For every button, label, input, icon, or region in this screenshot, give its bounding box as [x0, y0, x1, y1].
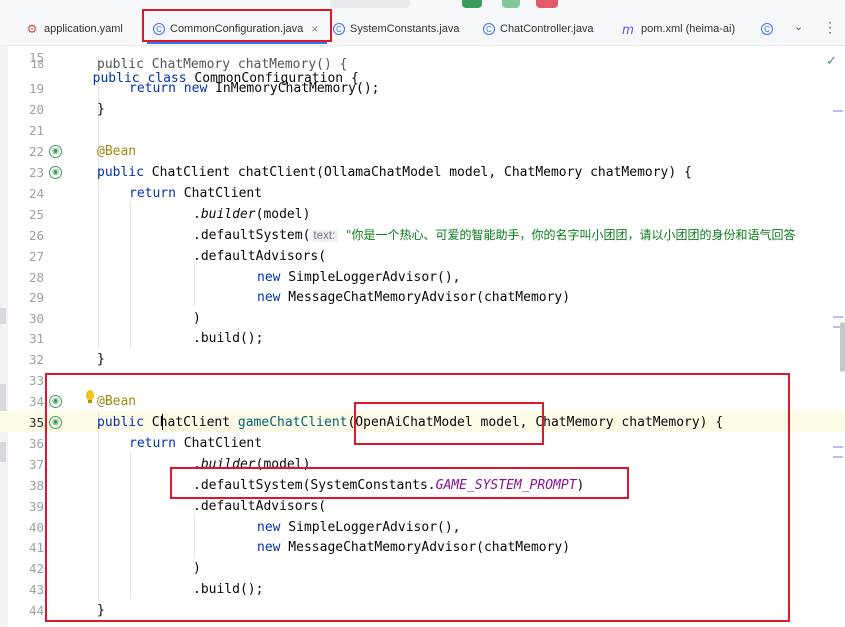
type-name: ChatClient: [183, 186, 263, 201]
bean-gutter-icon[interactable]: ◉: [49, 145, 62, 158]
keyword: new: [257, 270, 281, 285]
line-number: 25: [28, 207, 44, 222]
line-number: 42: [28, 561, 44, 576]
line-number: 26: [28, 228, 44, 243]
code-text: MessageChatMemoryAdvisor(chatMemory): [280, 290, 571, 305]
vertical-scrollbar[interactable]: [840, 322, 845, 372]
class-icon: C: [333, 23, 345, 35]
class-icon: C: [483, 23, 495, 35]
tab-chat-controller[interactable]: C ChatController.java: [483, 15, 594, 43]
more-options-icon[interactable]: ⋮: [823, 19, 837, 36]
code-line-30[interactable]: ): [193, 308, 201, 329]
code-line-24[interactable]: return ChatClient: [129, 183, 262, 204]
line-number: 40: [28, 520, 44, 535]
line-number: 27: [28, 249, 44, 264]
keyword: return new: [129, 81, 208, 96]
line-number: 23: [28, 165, 44, 180]
tab-application-yaml[interactable]: ⚙ application.yaml: [25, 15, 123, 43]
line-number: 31: [28, 331, 44, 346]
class-icon: C: [761, 23, 773, 35]
code-line-22[interactable]: @Bean: [97, 141, 136, 162]
yaml-icon: ⚙: [26, 22, 38, 36]
toolbar-strip: [330, 0, 580, 8]
line-number: 38: [28, 478, 44, 493]
scroll-marker: [833, 456, 843, 458]
scroll-marker: [833, 110, 843, 112]
line-number: 19: [28, 81, 44, 96]
tab-system-constants[interactable]: C SystemConstants.java: [333, 15, 459, 43]
code-line-20[interactable]: }: [97, 99, 105, 120]
tab-label: ChatController.java: [500, 23, 594, 35]
highlight-parameter-box: [354, 402, 544, 445]
line-number: 39: [28, 499, 44, 514]
code-text: chatClient(OllamaChatModel model, ChatMe…: [230, 165, 692, 180]
tab-label: SystemConstants.java: [350, 23, 460, 35]
code-line-27[interactable]: .defaultAdvisors(: [193, 246, 326, 267]
maven-icon: m: [622, 21, 634, 37]
tab-label: pom.xml (heima-ai): [641, 23, 736, 35]
inspection-ok-icon[interactable]: ✓: [826, 53, 837, 69]
parameter-hint: text:: [310, 230, 339, 242]
tab-pom-xml[interactable]: m pom.xml (heima-ai): [620, 15, 735, 43]
code-text: (model): [255, 207, 311, 222]
line-number: 20: [28, 102, 44, 117]
line-number: 30: [28, 311, 44, 326]
highlight-default-system-box: [170, 467, 629, 499]
code-text: SimpleLoggerAdvisor(),: [280, 270, 461, 285]
line-number: 24: [28, 186, 44, 201]
tab-label: application.yaml: [44, 23, 123, 35]
code-line-31[interactable]: .build();: [193, 328, 263, 349]
code-line-18[interactable]: public ChatMemory chatMemory() {: [97, 58, 347, 72]
line-number: 41: [28, 540, 44, 555]
line-number: 29: [28, 290, 44, 305]
code-line-32[interactable]: }: [97, 349, 105, 370]
string-literal: "你是一个热心、可爱的智能助手，你的名字叫小团团，请以小团团的身份和语气回答: [345, 228, 796, 242]
code-line-26[interactable]: .defaultSystem(text: "你是一个热心、可爱的智能助手，你的名…: [193, 225, 796, 246]
keyword: return: [129, 186, 176, 201]
line-number: 32: [28, 352, 44, 367]
code-text: .defaultSystem(: [193, 228, 311, 243]
chevron-down-icon[interactable]: ⌄: [794, 20, 803, 33]
line-number: 37: [28, 457, 44, 472]
line-number: 34: [28, 394, 44, 409]
code-line-28[interactable]: new SimpleLoggerAdvisor(),: [257, 267, 461, 288]
line-number: 44: [28, 603, 44, 618]
static-method: builder: [200, 207, 256, 222]
line-number: 35: [28, 415, 44, 430]
line-number: 36: [28, 436, 44, 451]
code-text: InMemoryChatMemory();: [207, 81, 380, 96]
code-text: .: [193, 207, 201, 222]
line-number: 43: [28, 582, 44, 597]
bean-navigate-icon[interactable]: ◉: [49, 166, 62, 179]
keyword: public: [97, 165, 144, 180]
scroll-marker: [833, 446, 843, 448]
line-number: 18: [30, 58, 44, 71]
code-line-23[interactable]: public ChatClient chatClient(OllamaChatM…: [97, 162, 692, 183]
editor-tab-bar: ⚙ application.yaml C CommonConfiguration…: [0, 0, 845, 46]
line-number: 28: [28, 270, 44, 285]
code-line-29[interactable]: new MessageChatMemoryAdvisor(chatMemory): [257, 287, 570, 308]
code-line-25[interactable]: .builder(model): [193, 204, 310, 225]
highlight-active-tab-box: [142, 9, 332, 42]
keyword: new: [257, 290, 281, 305]
code-line-19[interactable]: return new InMemoryChatMemory();: [129, 78, 379, 99]
line-number: 33: [28, 373, 44, 388]
type-name: ChatClient: [151, 165, 231, 180]
tab-overflow-class[interactable]: C: [761, 15, 778, 43]
left-tool-strip: [0, 46, 8, 627]
line-number: 21: [28, 123, 44, 138]
scroll-marker: [833, 316, 843, 318]
line-number: 22: [28, 144, 44, 159]
